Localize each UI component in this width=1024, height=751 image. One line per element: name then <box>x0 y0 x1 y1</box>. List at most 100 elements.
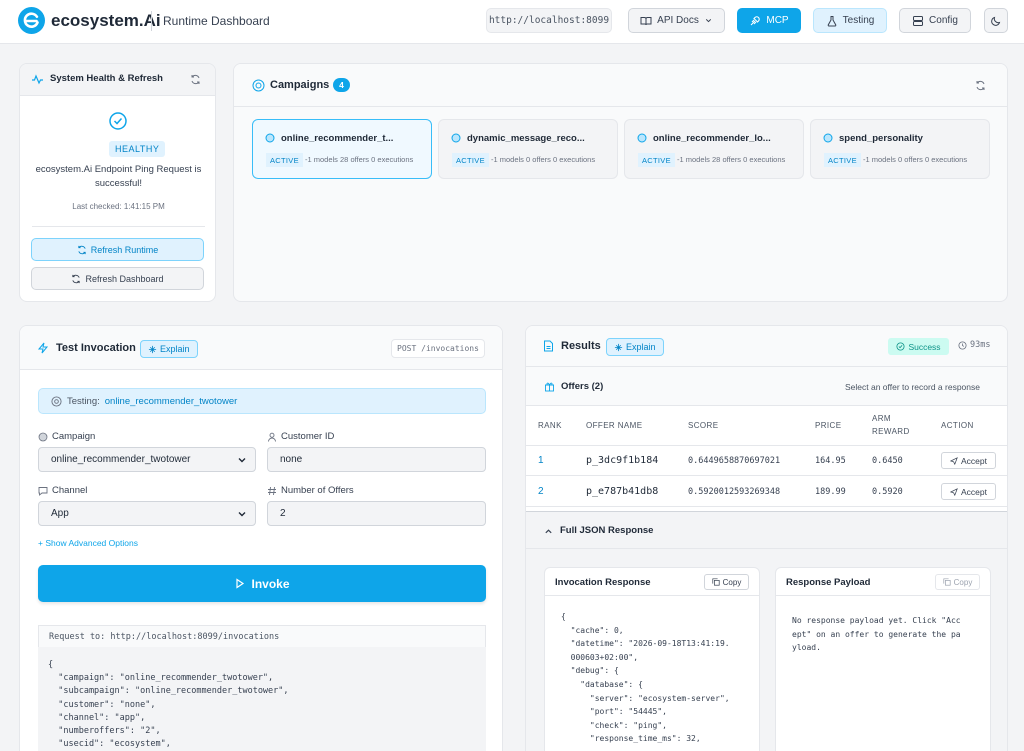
api-docs-button[interactable]: API Docs <box>628 8 725 33</box>
hash-icon <box>268 486 276 495</box>
config-label: Config <box>929 15 958 26</box>
sparkle-icon <box>614 343 623 351</box>
rank-cell: 2 <box>538 486 544 497</box>
user-icon <box>268 432 276 442</box>
customer-field-label: Customer ID <box>267 431 334 442</box>
health-header: System Health & Refresh <box>20 64 215 96</box>
testing-label: Testing <box>842 15 875 26</box>
success-badge: Success <box>888 338 949 355</box>
offers-title: Offers (2) <box>561 381 604 392</box>
chevron-down-icon <box>705 19 711 23</box>
table-row[interactable]: 2 p_e787b41db8 0.5920012593269348 189.99… <box>526 477 1007 507</box>
book-icon <box>640 16 652 25</box>
number-of-offers-input[interactable]: 2 <box>267 501 486 526</box>
mcp-button[interactable]: MCP <box>737 8 801 33</box>
full-json-toggle[interactable]: Full JSON Response <box>526 511 1007 549</box>
test-invocation-header: Test Invocation Explain POST /invocation… <box>20 326 502 370</box>
campaign-name: online_recommender_lo... <box>653 133 771 144</box>
check-circle-icon <box>109 112 127 130</box>
results-panel: Results Explain Success 93ms Offers (2) … <box>525 325 1008 751</box>
campaigns-title: Campaigns <box>270 79 330 91</box>
campaign-card[interactable]: dynamic_message_reco... ACTIVE -1 models… <box>438 119 618 179</box>
invocation-response-card: Invocation Response Copy { "cache": 0, "… <box>544 567 760 751</box>
column-header-action: ACTION <box>941 421 974 430</box>
copy-button[interactable]: Copy <box>935 574 980 590</box>
target-icon <box>451 133 461 143</box>
success-label: Success <box>908 341 941 352</box>
testing-banner: Testing: online_recommender_twotower <box>38 388 486 414</box>
clock-icon <box>958 340 967 350</box>
theme-toggle-button[interactable] <box>984 8 1008 33</box>
campaign-meta: -1 models 0 offers 0 executions <box>491 155 596 164</box>
campaign-status-badge: ACTIVE <box>266 153 303 167</box>
copy-icon <box>943 578 951 586</box>
testing-button[interactable]: Testing <box>813 8 887 33</box>
customer-id-input[interactable]: none <box>267 447 486 472</box>
campaign-count-badge: 4 <box>333 78 350 92</box>
price-cell: 189.99 <box>815 487 846 497</box>
offer-name-cell: p_e787b41db8 <box>586 486 659 497</box>
refresh-icon <box>72 274 81 283</box>
testing-label: Testing: <box>67 395 100 407</box>
message-icon <box>38 486 48 496</box>
system-health-panel: System Health & Refresh HEALTHY ecosyste… <box>19 63 216 302</box>
target-icon <box>265 133 275 143</box>
full-json-title: Full JSON Response <box>560 525 654 536</box>
refresh-icon[interactable] <box>975 80 986 91</box>
show-advanced-options-link[interactable]: + Show Advanced Options <box>38 538 138 548</box>
refresh-dashboard-label: Refresh Dashboard <box>85 273 164 284</box>
price-cell: 164.95 <box>815 456 846 466</box>
explain-label: Explain <box>626 342 656 352</box>
refresh-dashboard-button[interactable]: Refresh Dashboard <box>31 267 204 290</box>
refresh-runtime-label: Refresh Runtime <box>90 244 159 255</box>
refresh-icon[interactable] <box>190 74 201 85</box>
health-message: ecosystem.Ai Endpoint Ping Request is su… <box>35 164 202 189</box>
check-circle-icon <box>896 342 905 351</box>
channel-select[interactable]: App <box>38 501 256 526</box>
campaign-label-text: Campaign <box>52 431 96 442</box>
endpoint-pill: POST /invocations <box>391 339 485 358</box>
score-cell: 0.6449658870697021 <box>688 456 781 466</box>
campaign-card[interactable]: spend_personality ACTIVE -1 models 0 off… <box>810 119 990 179</box>
accept-button[interactable]: Accept <box>941 452 996 469</box>
play-icon <box>236 578 245 589</box>
campaign-status-badge: ACTIVE <box>638 153 675 167</box>
request-body: { "campaign": "online_recommender_twotow… <box>38 647 486 751</box>
invoke-button[interactable]: Invoke <box>38 565 486 602</box>
campaign-card[interactable]: online_recommender_t... ACTIVE -1 models… <box>252 119 432 179</box>
campaign-card[interactable]: online_recommender_lo... ACTIVE -1 model… <box>624 119 804 179</box>
campaign-meta: -1 models 0 offers 0 executions <box>863 155 968 164</box>
campaign-status-badge: ACTIVE <box>824 153 861 167</box>
server-icon <box>913 15 924 26</box>
copy-icon <box>712 578 720 586</box>
offers-bar: Offers (2) Select an offer to record a r… <box>526 367 1007 406</box>
explain-button[interactable]: Explain <box>140 340 198 358</box>
response-payload-card: Response Payload Copy No response payloa… <box>775 567 991 751</box>
channel-select-value: App <box>51 508 69 519</box>
mcp-label: MCP <box>766 15 789 26</box>
campaign-select[interactable]: online_recommender_twotower <box>38 447 256 472</box>
health-status-badge: HEALTHY <box>109 141 166 157</box>
chevron-down-icon <box>238 458 246 463</box>
offers-hint: Select an offer to record a response <box>845 382 980 392</box>
table-row[interactable]: 1 p_3dc9f1b184 0.6449658870697021 164.95… <box>526 446 1007 476</box>
offers-label-text: Number of Offers <box>281 485 354 496</box>
send-icon <box>950 456 958 465</box>
rank-cell: 1 <box>538 455 544 466</box>
json-body: Invocation Response Copy { "cache": 0, "… <box>526 549 1007 751</box>
flask-icon <box>827 15 836 26</box>
response-time: 93ms <box>958 340 990 350</box>
copy-button[interactable]: Copy <box>704 574 749 590</box>
refresh-runtime-button[interactable]: Refresh Runtime <box>31 238 204 261</box>
response-time-value: 93ms <box>970 340 991 350</box>
campaigns-header: Campaigns 4 <box>234 64 1007 107</box>
column-header-offer-name: OFFER NAME <box>586 421 643 430</box>
config-button[interactable]: Config <box>899 8 971 33</box>
target-icon <box>38 432 48 441</box>
accept-button[interactable]: Accept <box>941 483 996 500</box>
column-header-score: SCORE <box>688 421 719 430</box>
ecosystem-logo-icon[interactable] <box>18 7 45 34</box>
target-icon <box>252 79 265 92</box>
health-title: System Health & Refresh <box>50 73 163 84</box>
explain-button[interactable]: Explain <box>606 338 664 356</box>
